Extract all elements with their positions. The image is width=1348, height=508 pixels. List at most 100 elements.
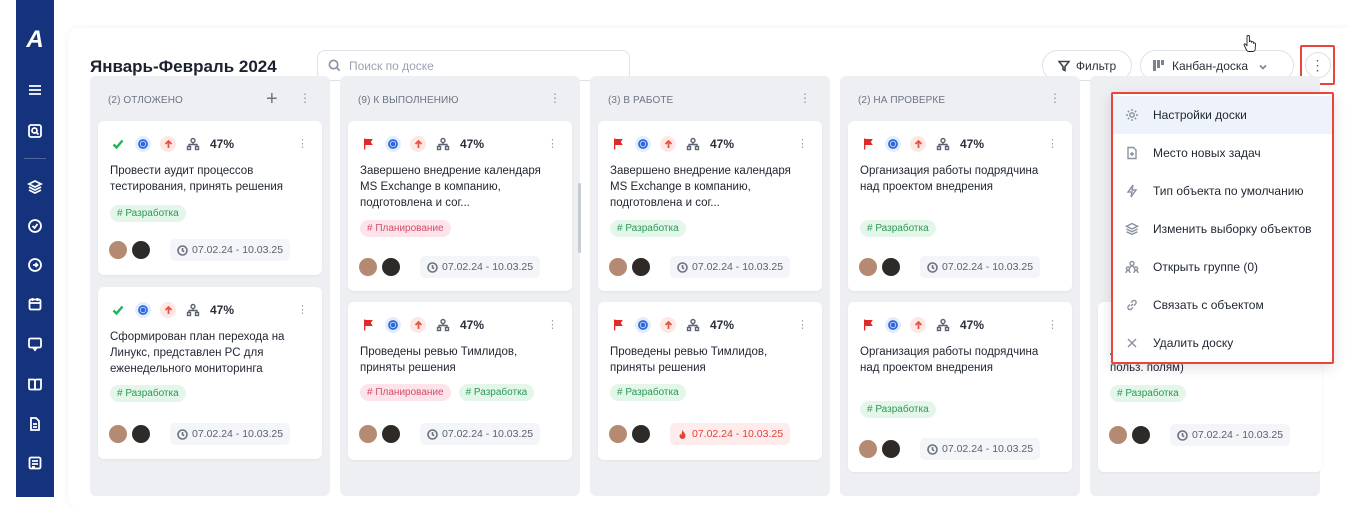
- card-footer: 07.02.24 - 10.03.25: [858, 256, 1041, 278]
- card-menu-icon[interactable]: ⋮: [797, 318, 808, 331]
- card-footer: 07.02.24 - 10.03.25: [608, 256, 791, 278]
- card-tags: # Разработка: [860, 401, 936, 418]
- layers-icon[interactable]: [25, 177, 45, 197]
- search-input[interactable]: [349, 58, 619, 73]
- avatar[interactable]: [631, 424, 651, 444]
- task-card[interactable]: 47% ⋮ Сформирован план перехода на Линук…: [98, 287, 322, 459]
- task-card[interactable]: 47% ⋮ Проведены ревью Тимлидов, приняты …: [598, 302, 822, 460]
- book-icon[interactable]: [25, 374, 45, 394]
- check-icon: [110, 302, 126, 318]
- card-menu-icon[interactable]: ⋮: [797, 137, 808, 150]
- tag[interactable]: # Планирование: [360, 384, 451, 401]
- menu-item-label: Изменить выборку объектов: [1153, 222, 1312, 236]
- card-menu-icon[interactable]: ⋮: [297, 137, 308, 150]
- avatar[interactable]: [358, 424, 378, 444]
- date-range: 07.02.24 - 10.03.25: [920, 438, 1041, 460]
- avatar[interactable]: [108, 424, 128, 444]
- column-header: (9) К ВЫПОЛНЕНИЮ: [358, 95, 459, 106]
- menu-item-new-task-place[interactable]: Место новых задач: [1113, 134, 1332, 172]
- avatar[interactable]: [608, 257, 628, 277]
- menu-item-open-group[interactable]: Открыть группе (0): [1113, 248, 1332, 286]
- avatar[interactable]: [858, 439, 878, 459]
- chat-icon[interactable]: [25, 334, 45, 354]
- filter-label: Фильтр: [1075, 58, 1117, 73]
- column-menu-icon[interactable]: ⋮: [799, 91, 811, 105]
- date-text: 07.02.24 - 10.03.25: [1192, 429, 1284, 441]
- hierarchy-icon: [435, 317, 451, 333]
- avatar[interactable]: [881, 439, 901, 459]
- avatar[interactable]: [1131, 425, 1151, 445]
- tag[interactable]: # Разработка: [110, 385, 186, 402]
- target-icon: [885, 136, 901, 152]
- task-card[interactable]: 47% ⋮ Завершено внедрение календаря MS E…: [598, 121, 822, 291]
- add-card-icon[interactable]: +: [266, 88, 278, 111]
- tag[interactable]: # Разработка: [458, 384, 535, 401]
- priority-up-icon: [660, 136, 676, 152]
- app-logo[interactable]: A: [16, 26, 54, 54]
- tag[interactable]: # Разработка: [610, 220, 686, 237]
- priority-up-icon: [160, 302, 176, 318]
- avatar[interactable]: [881, 257, 901, 277]
- document-icon[interactable]: [25, 414, 45, 434]
- card-menu-icon[interactable]: ⋮: [1047, 318, 1058, 331]
- column-header: (2) НА ПРОВЕРКЕ: [858, 95, 946, 106]
- nav-sidebar: A: [16, 0, 54, 497]
- column-menu-icon[interactable]: ⋮: [1049, 91, 1061, 105]
- card-footer: 07.02.24 - 10.03.25: [858, 438, 1041, 460]
- card-menu-icon[interactable]: ⋮: [547, 318, 558, 331]
- card-menu-icon[interactable]: ⋮: [547, 137, 558, 150]
- tag[interactable]: # Разработка: [860, 220, 936, 237]
- menu-item-link-object[interactable]: Связать с объектом: [1113, 286, 1332, 324]
- date-text: 07.02.24 - 10.03.25: [692, 261, 784, 273]
- avatar[interactable]: [858, 257, 878, 277]
- avatar[interactable]: [131, 240, 151, 260]
- card-tags: # Разработка: [110, 205, 186, 222]
- date-range: 07.02.24 - 10.03.25: [920, 256, 1041, 278]
- avatar[interactable]: [108, 240, 128, 260]
- task-card[interactable]: 47% ⋮ Проведены ревью Тимлидов, приняты …: [348, 302, 572, 460]
- card-tags: # Планирование # Разработка: [360, 384, 535, 401]
- menu-item-delete-board[interactable]: Удалить доску: [1113, 324, 1332, 362]
- avatar[interactable]: [1108, 425, 1128, 445]
- menu-item-default-type[interactable]: Тип объекта по умолчанию: [1113, 172, 1332, 210]
- avatar[interactable]: [381, 257, 401, 277]
- tag[interactable]: # Разработка: [860, 401, 936, 418]
- calendar-icon[interactable]: [25, 294, 45, 314]
- tag[interactable]: # Планирование: [360, 220, 451, 237]
- avatar[interactable]: [381, 424, 401, 444]
- card-meta: 47%: [360, 316, 484, 334]
- avatar[interactable]: [631, 257, 651, 277]
- card-footer: 07.02.24 - 10.03.25: [608, 423, 791, 445]
- report-icon[interactable]: [25, 453, 45, 473]
- date-text: 07.02.24 - 10.03.25: [192, 244, 284, 256]
- tag[interactable]: # Разработка: [110, 205, 186, 222]
- avatar[interactable]: [358, 257, 378, 277]
- task-card[interactable]: 47% ⋮ Организация работы подрядчина над …: [848, 121, 1072, 291]
- progress-percent: 47%: [460, 318, 485, 332]
- tag[interactable]: # Разработка: [1110, 385, 1186, 402]
- task-card[interactable]: 47% ⋮ Организация работы подрядчина над …: [848, 302, 1072, 472]
- column-menu-icon[interactable]: ⋮: [549, 91, 561, 105]
- menu-icon[interactable]: [25, 80, 45, 100]
- task-card[interactable]: 47% ⋮ Провести аудит процессов тестирова…: [98, 121, 322, 275]
- column-review: (2) НА ПРОВЕРКЕ ⋮ 47% ⋮ Организация рабо…: [840, 76, 1080, 496]
- menu-item-board-settings[interactable]: Настройки доски: [1113, 96, 1332, 134]
- card-footer: 07.02.24 - 10.03.25: [358, 423, 541, 445]
- clock-icon: [177, 428, 188, 440]
- column-menu-icon[interactable]: ⋮: [299, 91, 311, 105]
- clock-icon: [1177, 429, 1188, 441]
- check-circle-icon[interactable]: [25, 216, 45, 236]
- tag[interactable]: # Разработка: [610, 384, 686, 401]
- avatar[interactable]: [131, 424, 151, 444]
- task-card[interactable]: 47% ⋮ Завершено внедрение календаря MS E…: [348, 121, 572, 291]
- avatar[interactable]: [608, 424, 628, 444]
- clock-icon: [427, 261, 438, 273]
- target-icon: [135, 136, 151, 152]
- date-text: 07.02.24 - 10.03.25: [942, 261, 1034, 273]
- card-menu-icon[interactable]: ⋮: [1047, 137, 1058, 150]
- menu-item-change-selection[interactable]: Изменить выборку объектов: [1113, 210, 1332, 248]
- column-scrollbar[interactable]: [578, 183, 581, 253]
- search-doc-icon[interactable]: [25, 121, 45, 141]
- card-menu-icon[interactable]: ⋮: [297, 303, 308, 316]
- arrow-circle-icon[interactable]: [25, 255, 45, 275]
